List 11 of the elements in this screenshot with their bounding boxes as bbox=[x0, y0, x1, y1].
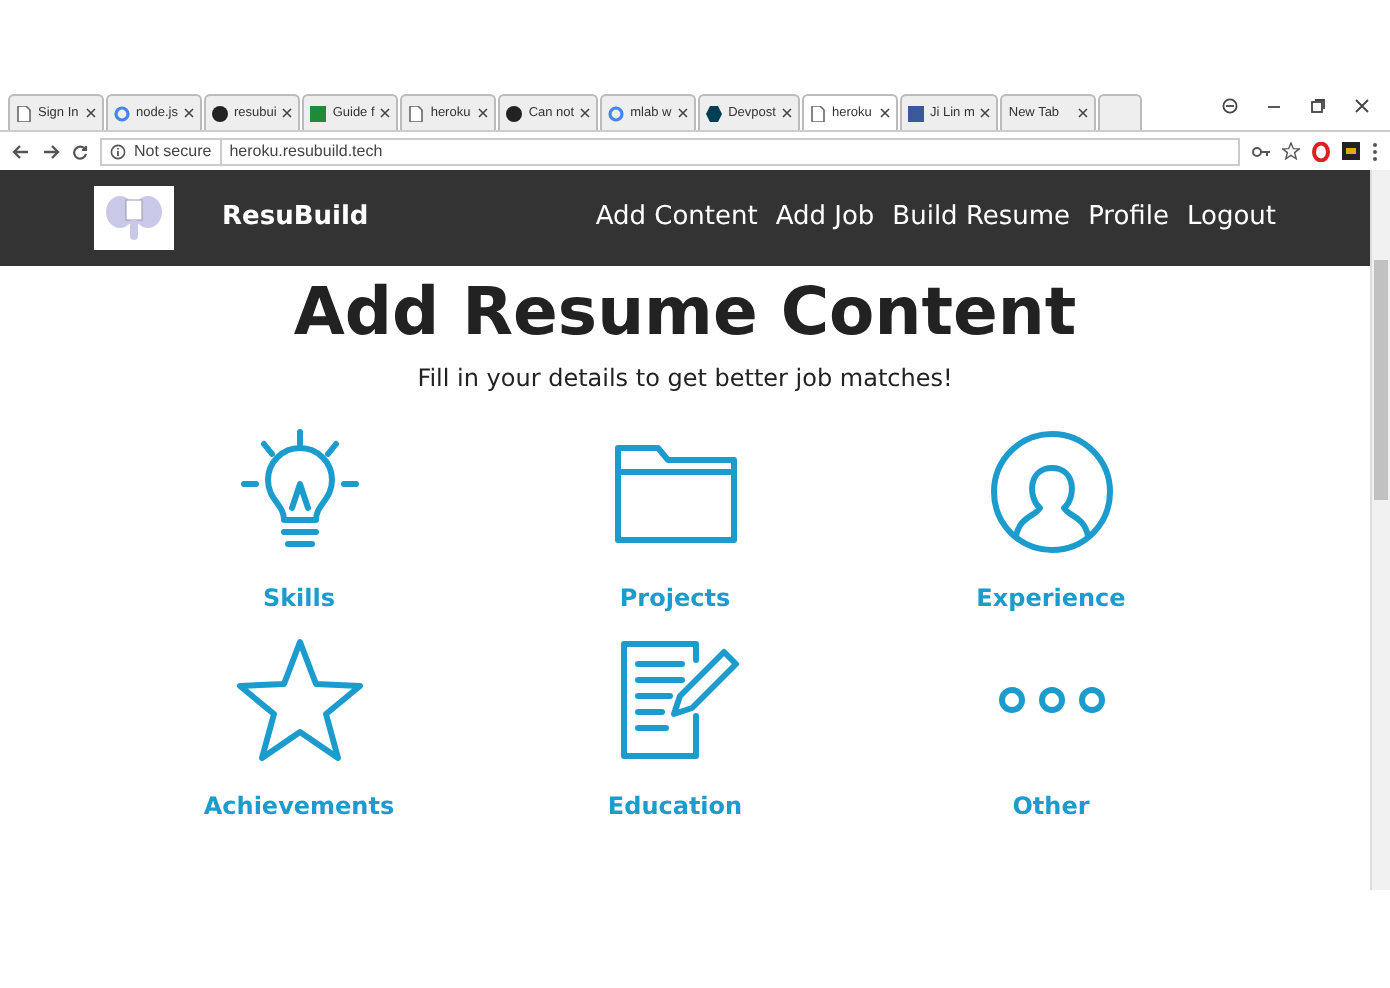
page-heading: Add Resume Content bbox=[291, 272, 1079, 352]
page-subtitle: Fill in your details to get better job matches! bbox=[415, 361, 955, 396]
nav-link[interactable]: Add Job bbox=[775, 198, 875, 238]
address-bar[interactable]: Not secure heroku.resubuild.tech bbox=[100, 137, 1240, 165]
nav-link[interactable]: Add Content bbox=[595, 198, 758, 238]
nav-link[interactable]: Build Resume bbox=[892, 198, 1071, 238]
url-text: heroku.resubuild.tech bbox=[219, 139, 383, 163]
security-indicator[interactable]: Not secure bbox=[134, 139, 212, 163]
nav-link[interactable]: Profile bbox=[1088, 198, 1169, 238]
brand-name[interactable]: ResuBuild bbox=[222, 198, 369, 238]
nav-link[interactable]: Logout bbox=[1186, 198, 1276, 238]
